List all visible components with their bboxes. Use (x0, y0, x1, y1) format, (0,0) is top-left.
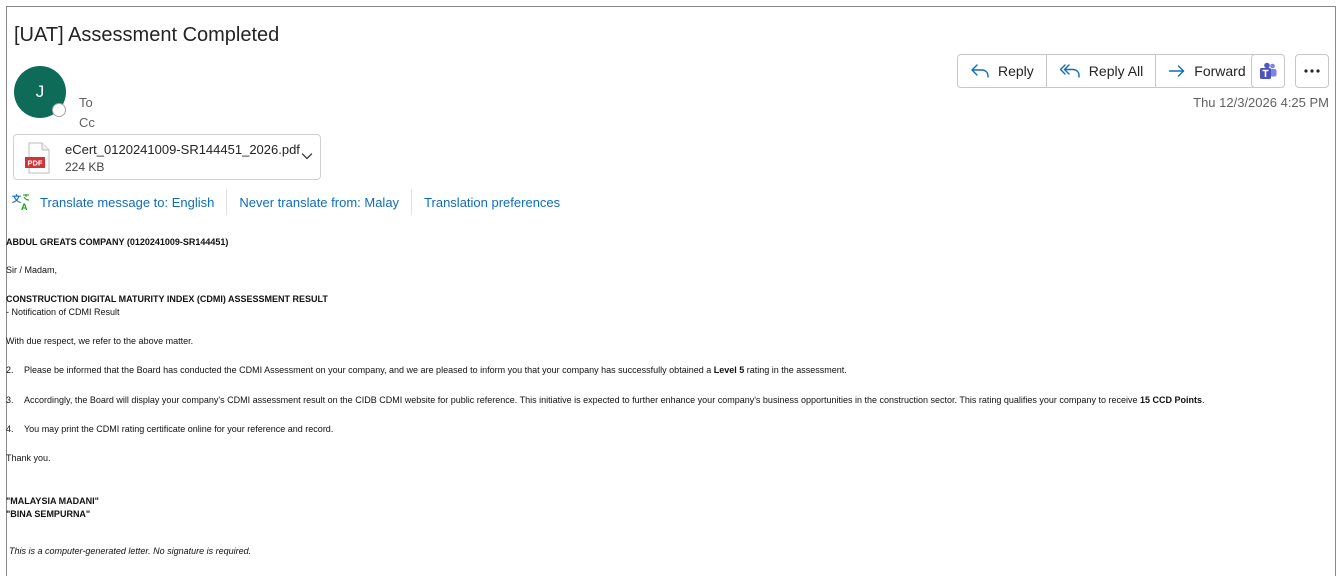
translation-preferences-link[interactable]: Translation preferences (412, 189, 572, 215)
reading-pane (6, 6, 1336, 576)
paragraph-text: rating in the assessment. (744, 365, 847, 375)
paragraph-4: 4. You may print the CDMI rating certific… (6, 423, 333, 435)
reply-all-icon (1059, 64, 1080, 78)
paragraph-number: 2. (6, 365, 14, 375)
salutation: Sir / Madam, (6, 265, 58, 275)
translation-preferences-label: Translation preferences (424, 194, 561, 210)
intro-paragraph: With due respect, we refer to the above … (6, 336, 194, 346)
paragraph-text: . (1201, 395, 1205, 405)
reply-all-label: Reply All (1088, 63, 1144, 79)
paragraph-2: 2. Please be informed that the Board has … (6, 364, 847, 376)
paragraph-number: 4. (6, 424, 14, 434)
paragraph-3: 3. Accordingly, the Board will display yo… (6, 394, 1205, 406)
forward-button[interactable]: Forward (1156, 55, 1257, 87)
teams-share-button[interactable] (1251, 54, 1285, 88)
never-translate-link[interactable]: Never translate from: Malay (227, 189, 411, 215)
motto-line-2: "BINA SEMPURNA" (6, 509, 91, 519)
presence-status-icon (52, 103, 66, 117)
translate-icon: 文 A (12, 193, 30, 211)
translate-message-link[interactable]: 文 A Translate message to: English (12, 189, 226, 215)
avatar-initial: J (35, 82, 45, 101)
translation-bar: 文 A Translate message to: English Never … (12, 189, 572, 215)
forward-label: Forward (1194, 63, 1246, 79)
paragraph-text: You may print the CDMI rating certificat… (24, 424, 334, 434)
teams-icon (1260, 62, 1277, 79)
translate-message-label: Translate message to: English (40, 194, 215, 210)
message-action-group: Reply Reply All Forward (957, 54, 1259, 88)
paragraph-text: Please be informed that the Board has co… (24, 365, 714, 375)
reply-label: Reply (998, 63, 1034, 79)
cc-label: Cc (79, 115, 95, 130)
never-translate-label: Never translate from: Malay (239, 194, 400, 210)
reply-icon (971, 64, 989, 78)
pdf-file-icon: PDF (25, 142, 50, 174)
to-label: To (79, 95, 93, 110)
svg-text:A: A (21, 202, 28, 211)
more-icon (1304, 69, 1320, 73)
forward-arrow-icon (1169, 65, 1185, 77)
paragraph-text: Accordingly, the Board will display your… (24, 395, 1140, 405)
motto-line-1: "MALAYSIA MADANI" (6, 496, 99, 506)
message-timestamp: Thu 12/3/2026 4:25 PM (1193, 95, 1329, 110)
reply-all-button[interactable]: Reply All (1047, 55, 1157, 87)
rating-level: Level 5 (713, 365, 745, 375)
svg-text:PDF: PDF (28, 159, 43, 168)
footer-note: This is a computer-generated letter. No … (9, 546, 252, 556)
letter-heading: CONSTRUCTION DIGITAL MATURITY INDEX (CDM… (6, 294, 328, 304)
attachment-size: 224 KB (65, 160, 105, 174)
attachment-card[interactable]: PDF eCert_0120241009-SR144451_2026.pdf 2… (13, 134, 321, 180)
company-line: ABDUL GREATS COMPANY (0120241009-SR14445… (6, 237, 229, 247)
email-subject: [UAT] Assessment Completed (14, 24, 280, 46)
attachment-filename: eCert_0120241009-SR144451_2026.pdf (65, 142, 300, 157)
chevron-down-icon[interactable] (301, 151, 313, 161)
ccd-points: 15 CCD Points (1139, 395, 1202, 405)
closing: Thank you. (6, 453, 51, 463)
paragraph-number: 3. (6, 395, 14, 405)
more-actions-button[interactable] (1295, 54, 1329, 88)
letter-subheading: - Notification of CDMI Result (6, 307, 120, 317)
reply-button[interactable]: Reply (958, 55, 1047, 87)
